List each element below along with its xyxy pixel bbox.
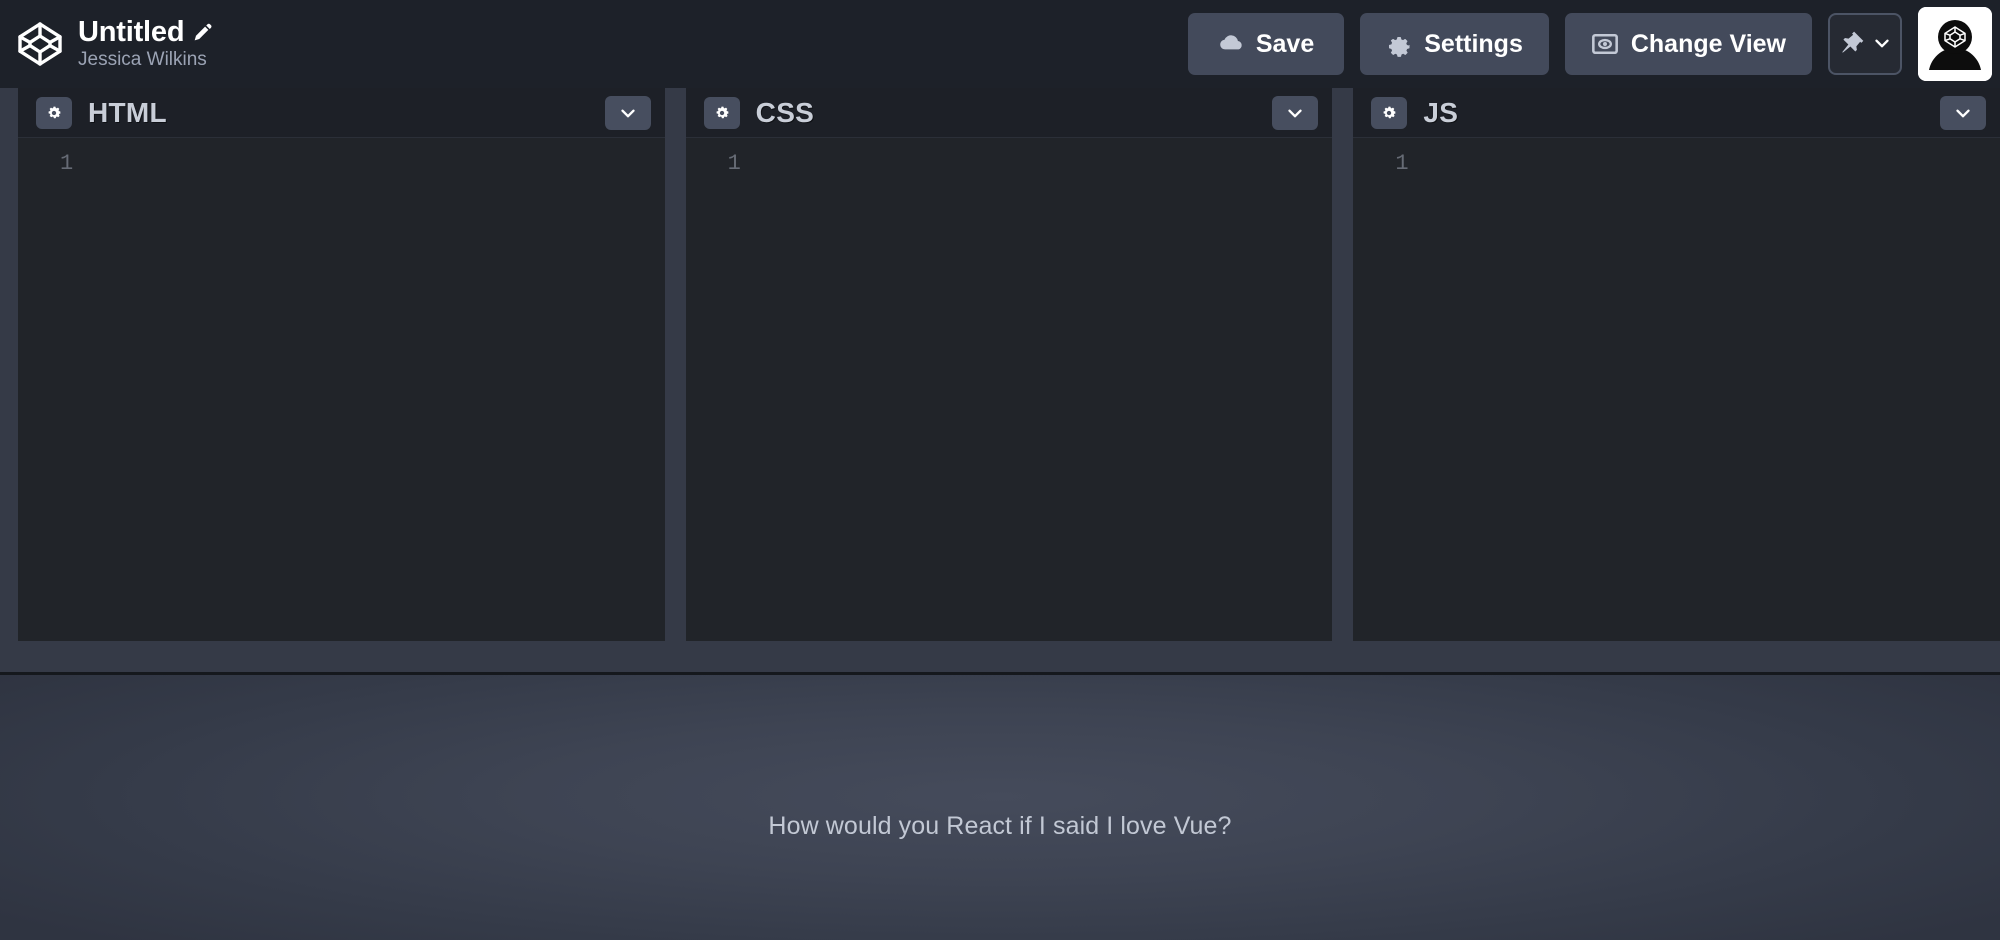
editor-panel-html: HTML 1 bbox=[18, 88, 665, 641]
html-collapse-chevron-down-icon[interactable] bbox=[604, 95, 651, 130]
codepen-logo-icon[interactable] bbox=[16, 20, 64, 68]
css-collapse-chevron-down-icon[interactable] bbox=[1272, 95, 1319, 130]
pushpin-icon bbox=[1838, 29, 1865, 59]
editor-label-js: JS bbox=[1423, 96, 1459, 128]
avatar[interactable] bbox=[1918, 7, 1992, 81]
settings-button-label: Settings bbox=[1424, 29, 1523, 58]
css-settings-gear-icon[interactable] bbox=[703, 96, 740, 129]
divider-css-js[interactable] bbox=[1332, 88, 1354, 641]
js-collapse-chevron-down-icon[interactable] bbox=[1940, 95, 1987, 130]
page-title[interactable]: Untitled bbox=[78, 16, 185, 47]
change-view-button[interactable]: Change View bbox=[1564, 13, 1812, 75]
preview-pane[interactable]: How would you React if I said I love Vue… bbox=[0, 675, 2000, 940]
save-button[interactable]: Save bbox=[1187, 13, 1345, 75]
editor-panel-css: CSS 1 bbox=[685, 88, 1333, 641]
html-settings-gear-icon[interactable] bbox=[36, 96, 72, 129]
divider-html-css[interactable] bbox=[664, 88, 686, 641]
line-number-js: 1 bbox=[1395, 151, 1409, 176]
code-editor-css[interactable]: 1 bbox=[685, 138, 1333, 641]
editor-panel-js: JS 1 bbox=[1353, 88, 2000, 641]
codepen-editor-app: Untitled Jessica Wilkins Save Settings C… bbox=[0, 0, 2000, 940]
js-settings-gear-icon[interactable] bbox=[1371, 96, 1408, 129]
preview-text: How would you React if I said I love Vue… bbox=[768, 812, 1232, 840]
pencil-edit-icon[interactable] bbox=[193, 22, 213, 42]
save-button-label: Save bbox=[1255, 29, 1315, 58]
top-bar: Untitled Jessica Wilkins Save Settings C… bbox=[0, 0, 2000, 88]
pin-button[interactable] bbox=[1828, 13, 1902, 75]
pen-author[interactable]: Jessica Wilkins bbox=[78, 49, 213, 71]
editor-label-html: HTML bbox=[88, 96, 167, 128]
horizontal-resize-handle[interactable] bbox=[0, 641, 2000, 675]
brand-area: Untitled Jessica Wilkins bbox=[8, 16, 213, 71]
editor-header-html: HTML bbox=[18, 88, 665, 138]
pen-title-row: Untitled bbox=[78, 16, 213, 47]
gear-icon bbox=[1386, 31, 1412, 57]
line-number-html: 1 bbox=[60, 151, 74, 176]
change-view-button-label: Change View bbox=[1630, 29, 1786, 58]
cloud-icon bbox=[1218, 31, 1244, 57]
editor-label-css: CSS bbox=[755, 96, 815, 128]
pen-meta: Untitled Jessica Wilkins bbox=[78, 16, 213, 71]
code-editor-js[interactable]: 1 bbox=[1353, 138, 2000, 641]
chevron-down-icon bbox=[1871, 32, 1893, 57]
left-edge-strip bbox=[0, 88, 18, 641]
editor-row: HTML 1 CSS 1 JS 1 bbox=[0, 88, 2000, 641]
editor-header-css: CSS bbox=[685, 88, 1333, 138]
line-number-css: 1 bbox=[727, 151, 741, 176]
top-actions: Save Settings Change View bbox=[1187, 0, 2000, 88]
screen-eye-icon bbox=[1591, 30, 1619, 58]
settings-button[interactable]: Settings bbox=[1360, 13, 1549, 75]
code-editor-html[interactable]: 1 bbox=[18, 138, 665, 641]
editor-header-js: JS bbox=[1353, 88, 2000, 138]
